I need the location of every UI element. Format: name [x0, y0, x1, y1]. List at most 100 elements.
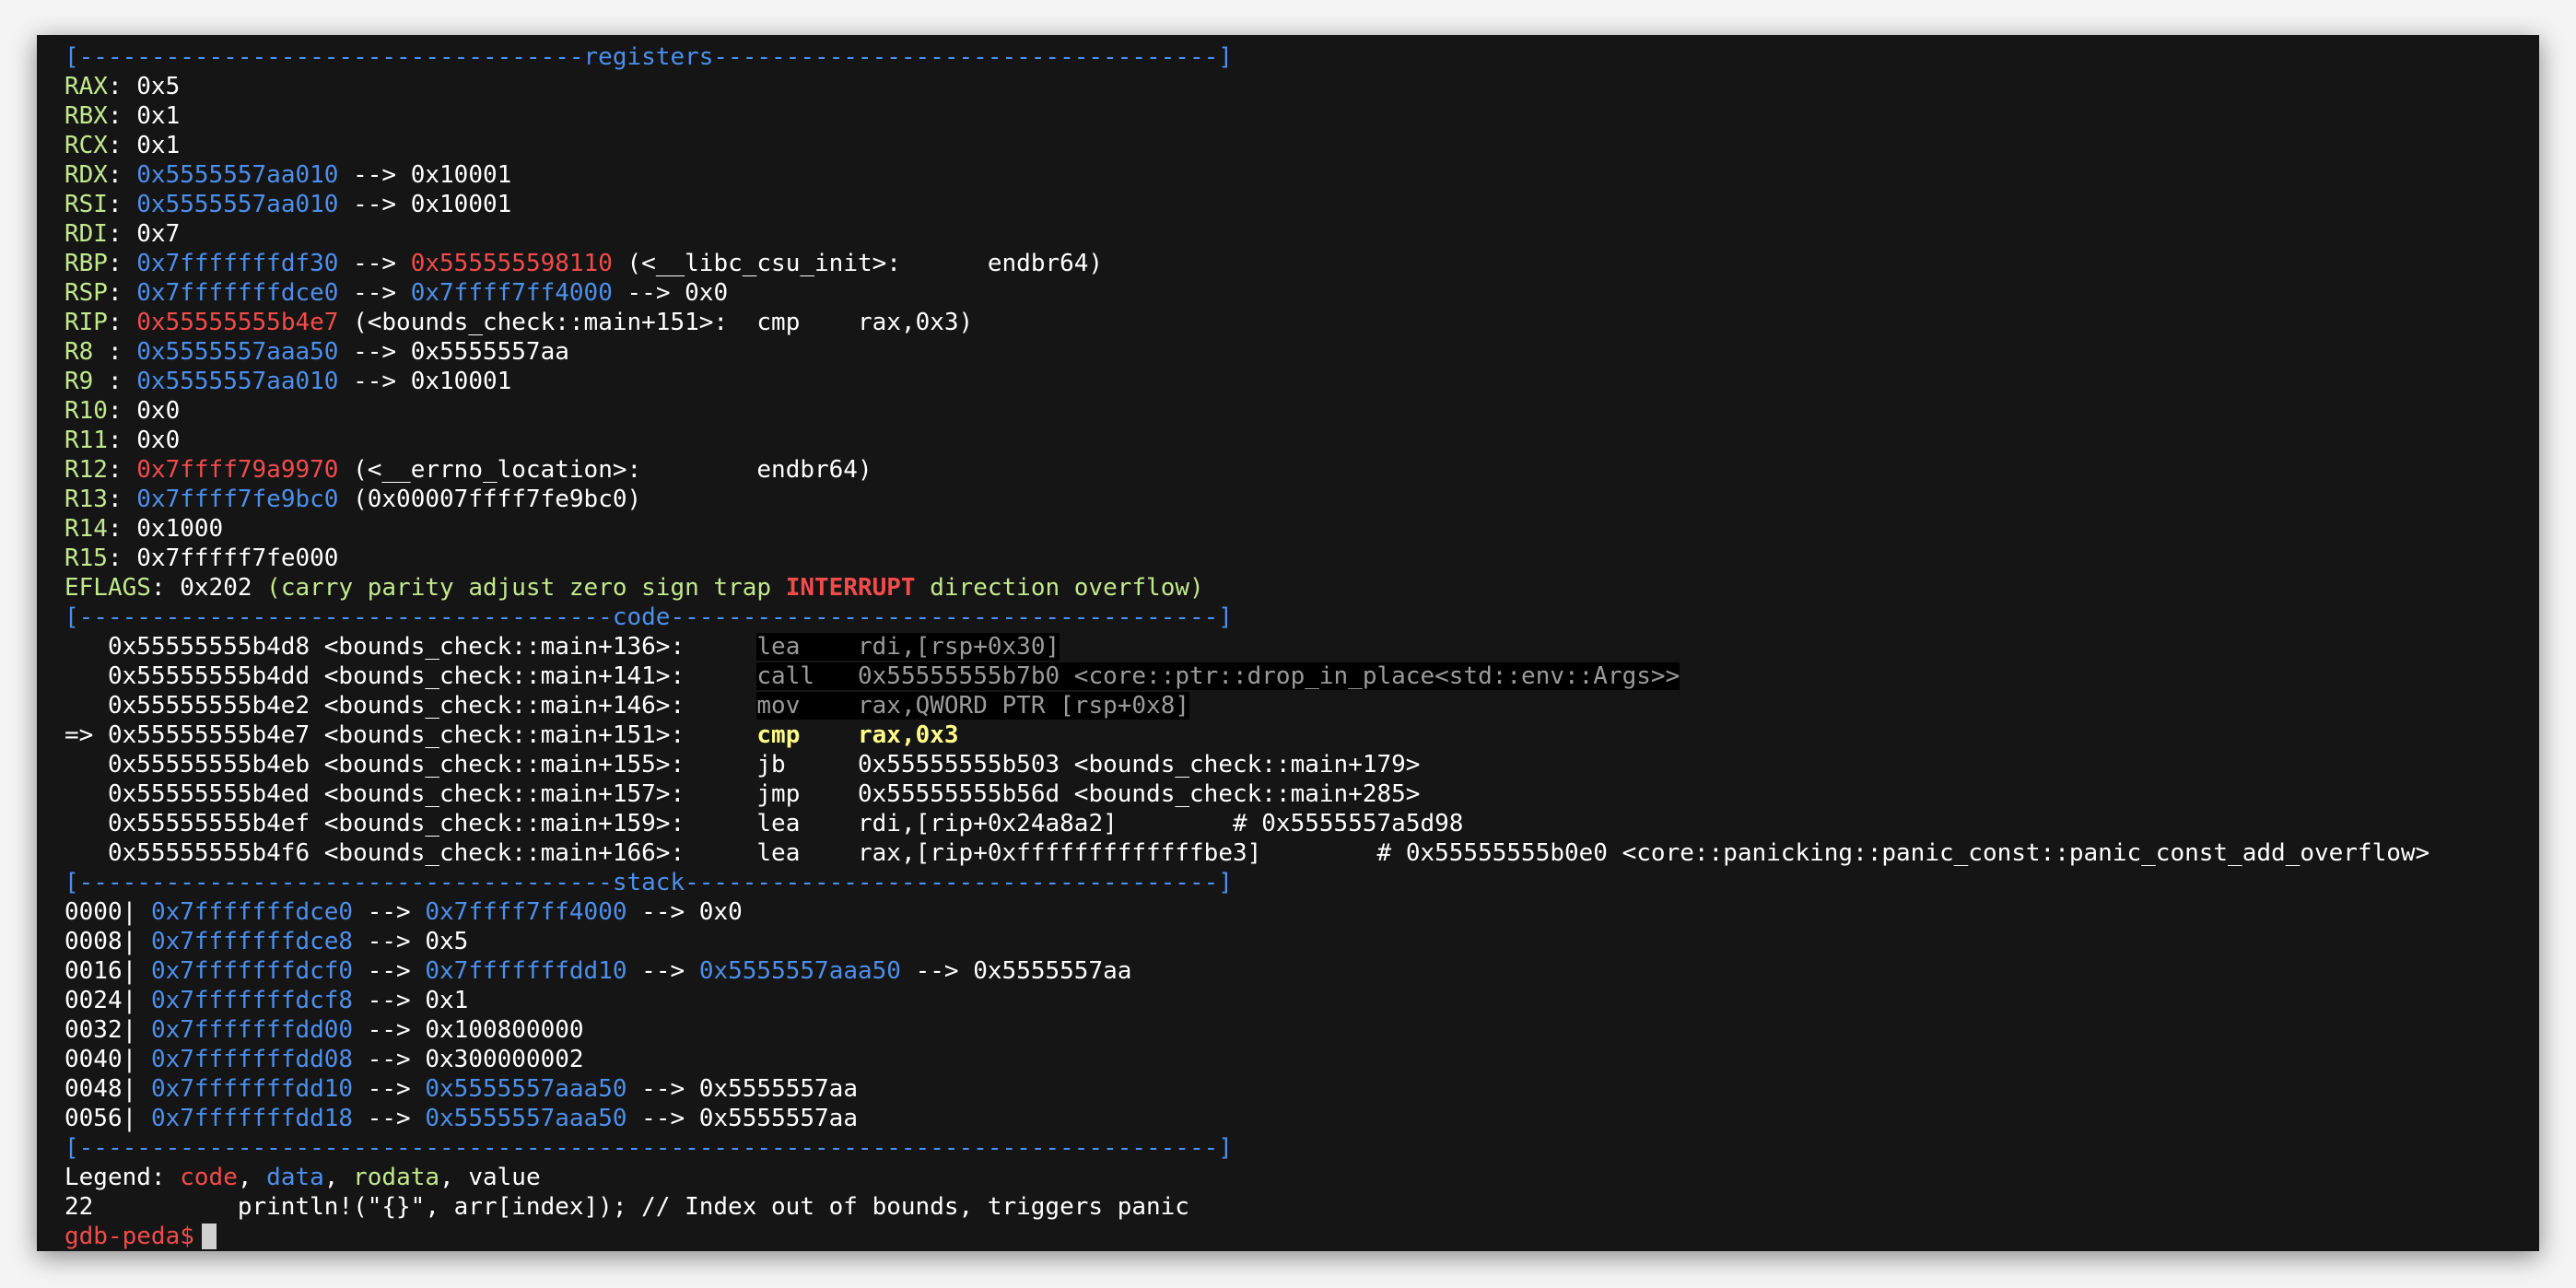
eflags-value: 0x202 [180, 574, 252, 602]
code-row: 0x55555555b4dd <bounds_check::main+141>:… [64, 662, 2430, 691]
code-comment: # 0x5555557a5d98 [1117, 810, 1464, 837]
stack-row: 0040| 0x7fffffffdd08 --> 0x300000002 [64, 1045, 2430, 1074]
code-mnemonic: call [756, 662, 815, 690]
legend-sep: , [323, 1164, 354, 1191]
stack-row: 0048| 0x7fffffffdd10 --> 0x5555557aaa50 … [64, 1074, 2430, 1104]
stack-offset: 0024 [64, 987, 123, 1014]
code-operands: rax,[rip+0xfffffffffffffbe3] [857, 839, 1262, 867]
register-row: R12: 0x7ffff79a9970 (<__errno_location>:… [64, 455, 2430, 485]
legend-code: code [180, 1164, 238, 1191]
code-gap [814, 839, 858, 867]
code-row: 0x55555555b4eb <bounds_check::main+155>:… [64, 750, 2430, 779]
stack-pipe: | [122, 1046, 151, 1073]
code-address: 0x55555555b4eb <bounds_check::main+155>: [107, 751, 685, 779]
register-value: 0x5555557aa010 [136, 161, 339, 189]
register-name: R15 [64, 544, 108, 572]
register-name: R13 [64, 486, 108, 513]
code-operands: rax,0x3 [857, 721, 959, 749]
register-value: 0x555555598110 [410, 250, 613, 277]
register-value: 0x5555557aa010 [136, 368, 339, 395]
stack-value: 0x7fffffffdce0 [150, 898, 354, 926]
stack-pipe: | [122, 928, 151, 955]
stack-value: 0x7fffffffdce8 [150, 928, 354, 955]
stack-offset: 0040 [64, 1046, 123, 1073]
eflags-label: EFLAGS [64, 574, 151, 602]
stack-row: 0032| 0x7fffffffdd00 --> 0x100800000 [64, 1015, 2430, 1045]
legend-row: Legend: code, data, rodata, value [64, 1163, 2430, 1192]
register-row: R9 : 0x5555557aa010 --> 0x10001 [64, 367, 2430, 396]
register-name: R8 [64, 338, 108, 366]
stack-pipe: | [122, 987, 151, 1014]
stack-row: 0024| 0x7fffffffdcf8 --> 0x1 [64, 986, 2430, 1015]
register-value: 0x5 [136, 73, 181, 100]
register-colon: : [107, 368, 137, 395]
stack-value: --> [626, 957, 699, 985]
legend-sep: , [237, 1164, 267, 1191]
eflags-row: EFLAGS: 0x202 (carry parity adjust zero … [64, 574, 1204, 602]
register-name: RBX [64, 102, 108, 130]
register-value: 0x7ffff79a9970 [136, 456, 339, 484]
stack-value: --> 0x5555557aa [900, 957, 1132, 985]
register-row: RCX: 0x1 [64, 131, 2430, 160]
register-value: 0x1000 [136, 515, 224, 543]
stack-offset: 0032 [64, 1016, 123, 1044]
stack-row: 0056| 0x7fffffffdd18 --> 0x5555557aaa50 … [64, 1104, 2430, 1133]
stack-value: --> 0x0 [626, 898, 743, 926]
stack-pipe: | [122, 898, 151, 926]
code-gap [685, 839, 756, 867]
register-row: R15: 0x7fffff7fe000 [64, 544, 2430, 573]
code-mnemonic: lea [756, 839, 815, 867]
end-separator: [---------------------------------------… [64, 1134, 1233, 1162]
code-gap [814, 633, 858, 661]
stack-row: 0008| 0x7fffffffdce8 --> 0x5 [64, 927, 2430, 956]
code-row: => 0x55555555b4e7 <bounds_check::main+15… [64, 720, 2430, 750]
code-address: 0x55555555b4ef <bounds_check::main+159>: [107, 810, 685, 837]
legend-sep: , [439, 1164, 469, 1191]
text-cursor[interactable] [201, 1224, 217, 1249]
code-address: 0x55555555b4dd <bounds_check::main+141>: [107, 662, 685, 690]
register-value: 0x7fffffffdf30 [136, 250, 339, 277]
stack-value: --> [353, 1105, 426, 1132]
register-name: RIP [64, 309, 108, 336]
register-colon: : [107, 309, 137, 336]
register-name: RDI [64, 220, 108, 248]
stack-value: 0x7fffffffdd00 [150, 1016, 354, 1044]
register-value: --> 0x10001 [338, 161, 512, 189]
terminal-output: [-----------------------------------regi… [64, 42, 2430, 1251]
code-operands: rdi,[rsp+0x30] [857, 633, 1060, 661]
register-row: RDX: 0x5555557aa010 --> 0x10001 [64, 160, 2430, 190]
code-gap [814, 662, 858, 690]
code-address: 0x55555555b4e2 <bounds_check::main+146>: [107, 692, 685, 720]
register-colon: : [107, 220, 137, 248]
stack-panel: 0000| 0x7fffffffdce0 --> 0x7ffff7ff4000 … [64, 897, 2430, 1133]
code-gap [685, 721, 756, 749]
code-arrow [64, 839, 108, 867]
register-row: RDI: 0x7 [64, 219, 2430, 249]
code-gap [814, 780, 858, 808]
register-value: --> 0x0 [612, 279, 729, 307]
register-colon: : [107, 191, 137, 218]
register-name: RBP [64, 250, 108, 277]
stack-offset: 0000 [64, 898, 123, 926]
stack-offset: 0008 [64, 928, 123, 955]
prompt-line[interactable]: gdb-peda$ [64, 1222, 2430, 1251]
terminal-window[interactable]: [-----------------------------------regi… [37, 35, 2539, 1251]
register-name: RCX [64, 132, 108, 159]
code-row: 0x55555555b4d8 <bounds_check::main+136>:… [64, 632, 2430, 662]
register-colon: : [107, 73, 137, 100]
register-value: --> 0x10001 [338, 368, 512, 395]
code-operands: 0x55555555b503 <bounds_check::main+179> [857, 751, 1421, 779]
code-mnemonic: lea [756, 810, 815, 837]
stack-separator: [-------------------------------------st… [64, 869, 1233, 896]
register-colon: : [107, 427, 137, 454]
code-gap [685, 692, 756, 720]
stack-value: --> 0x5555557aa [626, 1075, 858, 1103]
stack-value: 0x7fffffffdd08 [150, 1046, 354, 1073]
code-row: 0x55555555b4ed <bounds_check::main+157>:… [64, 779, 2430, 809]
code-row: 0x55555555b4ef <bounds_check::main+159>:… [64, 809, 2430, 838]
register-row: RIP: 0x55555555b4e7 (<bounds_check::main… [64, 308, 2430, 337]
register-value: --> 0x5555557aa [338, 338, 569, 366]
stack-value: 0x7fffffffdcf0 [150, 957, 354, 985]
register-value: --> 0x10001 [338, 191, 512, 218]
eflags-flags-before: (carry parity adjust zero sign trap [266, 574, 786, 602]
